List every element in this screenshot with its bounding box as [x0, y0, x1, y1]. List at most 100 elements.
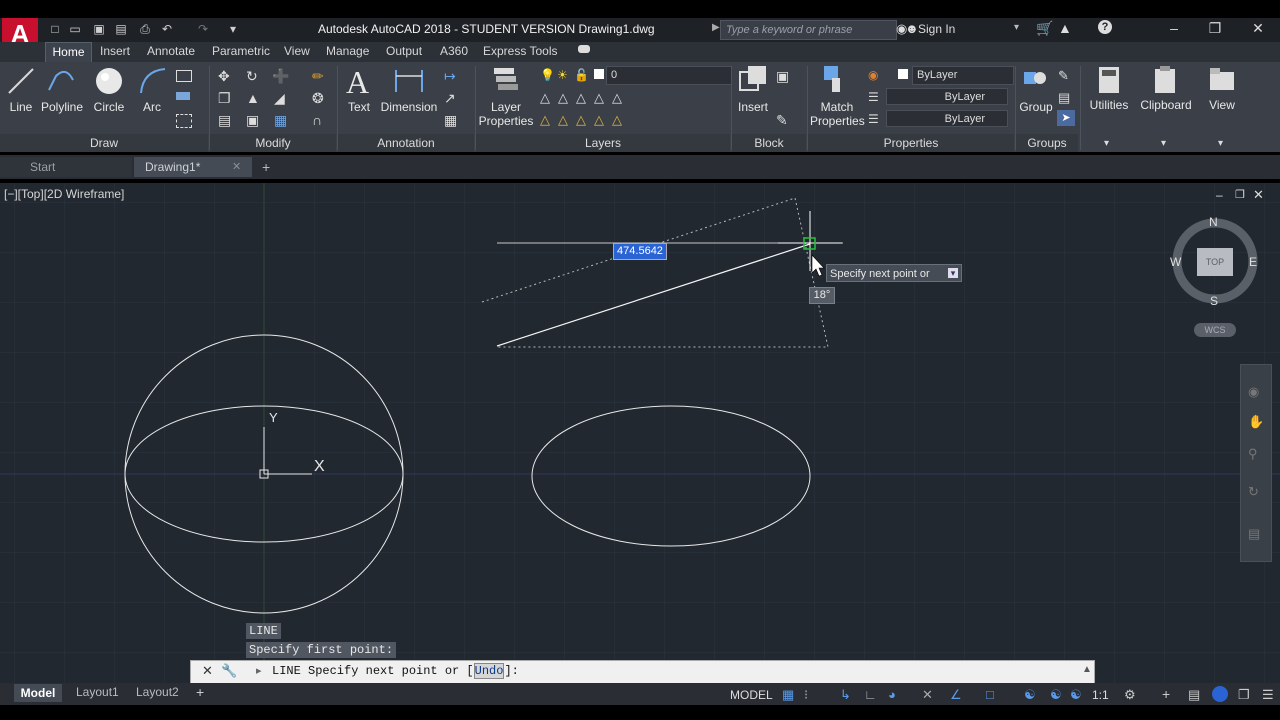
- ribbon-minimize-icon[interactable]: [578, 45, 590, 53]
- viewport-restore-icon[interactable]: ❐: [1235, 188, 1245, 201]
- help-icon[interactable]: ?: [1098, 20, 1112, 34]
- fillet-icon[interactable]: ◢: [274, 90, 285, 107]
- workspace-switching-icon[interactable]: ⚙: [1124, 687, 1136, 703]
- orbit-icon[interactable]: ↻: [1248, 484, 1259, 500]
- ungroup-icon[interactable]: ✎: [1058, 68, 1069, 84]
- trim-icon[interactable]: ➕: [272, 68, 289, 85]
- viewport-controls[interactable]: [−][Top][2D Wireframe]: [4, 187, 124, 201]
- add-layout-icon[interactable]: +: [196, 684, 204, 700]
- tooltip-options-icon[interactable]: ▾: [948, 268, 958, 278]
- tab-start[interactable]: Start: [0, 157, 132, 177]
- autodesk-app-icon[interactable]: ▲: [1058, 20, 1072, 36]
- modify-panel-label[interactable]: Modify: [210, 134, 336, 152]
- save-as-icon[interactable]: ▤: [114, 22, 128, 36]
- compass-west[interactable]: W: [1170, 255, 1181, 269]
- layer-on-icon[interactable]: 💡: [540, 68, 555, 82]
- linear-dim-icon[interactable]: ↦: [444, 68, 456, 85]
- stretch-icon[interactable]: ▤: [218, 112, 231, 129]
- model-space-button[interactable]: MODEL: [730, 688, 773, 702]
- autoscale-icon[interactable]: ☯: [1050, 687, 1062, 703]
- sign-in-dropdown-icon[interactable]: ▾: [1014, 22, 1019, 33]
- tab-annotate[interactable]: Annotate: [147, 44, 195, 58]
- cart-icon[interactable]: 🛒: [1036, 20, 1053, 37]
- new-tab-icon[interactable]: +: [262, 159, 270, 175]
- view-expand-icon[interactable]: ▾: [1218, 138, 1223, 149]
- object-snap-icon[interactable]: □: [986, 687, 994, 702]
- group-tool[interactable]: Group: [1016, 100, 1056, 114]
- isodraft-icon[interactable]: ✕: [922, 687, 933, 703]
- boundary-icon[interactable]: [176, 114, 192, 128]
- text-tool[interactable]: Text: [342, 100, 376, 114]
- layer-lock-icon[interactable]: 🔓: [574, 68, 589, 82]
- infer-constraints-icon[interactable]: ↳: [840, 687, 851, 703]
- command-history-toggle-icon[interactable]: ▲: [1082, 664, 1092, 675]
- annotation-scale-value[interactable]: 1:1: [1092, 688, 1109, 702]
- layers-panel-label[interactable]: Layers: [476, 134, 730, 152]
- layer-tools-row2-icon[interactable]: △△△△△: [540, 112, 630, 128]
- utilities-tool[interactable]: Utilities: [1086, 98, 1132, 112]
- lineweight-dropdown[interactable]: ByLayer: [886, 110, 1008, 127]
- annotation-scale-icon[interactable]: ☯: [1070, 687, 1082, 703]
- sign-in-button[interactable]: Sign In: [918, 22, 955, 36]
- units-icon[interactable]: ▤: [1188, 687, 1200, 703]
- tab-manage[interactable]: Manage: [326, 44, 369, 58]
- layer-tools-row1-icon[interactable]: △△△△△: [540, 90, 630, 106]
- create-block-icon[interactable]: ▣: [776, 68, 789, 85]
- polar-tracking-icon[interactable]: ◕: [888, 687, 896, 702]
- grid-icon[interactable]: ▦: [782, 687, 794, 703]
- steering-wheel-icon[interactable]: ◉: [1248, 384, 1259, 400]
- layer-freeze-icon[interactable]: ☀: [557, 68, 568, 82]
- groups-panel-label[interactable]: Groups: [1016, 134, 1078, 152]
- compass-north[interactable]: N: [1209, 215, 1218, 229]
- undo-option[interactable]: Undo: [473, 663, 505, 679]
- table-icon[interactable]: ▦: [444, 112, 457, 129]
- match-properties-label1[interactable]: Match: [810, 100, 864, 114]
- close-button[interactable]: ✕: [1248, 20, 1268, 37]
- wcs-menu[interactable]: WCS: [1194, 323, 1236, 337]
- tab-layout2[interactable]: Layout2: [136, 685, 179, 699]
- polyline-tool[interactable]: Polyline: [38, 100, 86, 114]
- tab-a360[interactable]: A360: [440, 44, 468, 58]
- rotate-icon[interactable]: ↻: [246, 68, 258, 85]
- close-tab-icon[interactable]: ✕: [232, 160, 241, 173]
- leader-icon[interactable]: ↗: [444, 90, 456, 107]
- new-file-icon[interactable]: □: [48, 22, 62, 36]
- block-panel-label[interactable]: Block: [732, 134, 806, 152]
- insert-tool[interactable]: Insert: [734, 100, 772, 114]
- object-snap-tracking-icon[interactable]: ∠: [950, 687, 962, 703]
- group-selection-icon[interactable]: ➤: [1057, 110, 1075, 126]
- copy-icon[interactable]: ❐: [218, 90, 231, 107]
- tab-layout1[interactable]: Layout1: [76, 685, 119, 699]
- search-input[interactable]: Type a keyword or phrase: [720, 20, 897, 40]
- tab-insert[interactable]: Insert: [100, 44, 130, 58]
- clipboard-expand-icon[interactable]: ▾: [1161, 138, 1166, 149]
- showmotion-icon[interactable]: ▤: [1248, 526, 1260, 542]
- match-properties-label2[interactable]: Properties: [810, 114, 865, 128]
- array-icon[interactable]: ▦: [274, 112, 287, 129]
- tab-express-tools[interactable]: Express Tools: [483, 44, 557, 58]
- undo-icon[interactable]: ↶: [160, 22, 174, 36]
- viewport-minimize-icon[interactable]: –: [1216, 188, 1223, 202]
- command-close-icon[interactable]: ✕: [202, 663, 213, 679]
- pan-icon[interactable]: ✋: [1248, 414, 1264, 430]
- save-icon[interactable]: ▣: [92, 22, 106, 36]
- command-customize-icon[interactable]: 🔧: [221, 663, 237, 679]
- circle-tool[interactable]: Circle: [90, 100, 128, 114]
- edit-block-icon[interactable]: ✎: [776, 112, 788, 129]
- tab-parametric[interactable]: Parametric: [212, 44, 270, 58]
- length-input[interactable]: 474.5642: [613, 243, 667, 260]
- properties-panel-label[interactable]: Properties: [808, 134, 1014, 152]
- customize-qat-icon[interactable]: ▾: [226, 22, 240, 36]
- customization-icon[interactable]: ☰: [1262, 687, 1274, 703]
- open-file-icon[interactable]: ▭: [68, 22, 82, 36]
- annotation-monitor-icon[interactable]: +: [1162, 686, 1170, 702]
- layer-properties-label2[interactable]: Properties: [478, 114, 534, 128]
- layer-properties-label1[interactable]: Layer: [478, 100, 534, 114]
- ortho-icon[interactable]: ∟: [864, 687, 877, 702]
- tab-home[interactable]: Home: [45, 42, 92, 63]
- expand-search-icon[interactable]: ▶: [712, 22, 720, 33]
- tab-model[interactable]: Model: [14, 684, 62, 702]
- zoom-extents-icon[interactable]: ⚲: [1248, 446, 1258, 462]
- tab-output[interactable]: Output: [386, 44, 422, 58]
- isolate-objects-icon[interactable]: [1212, 686, 1228, 702]
